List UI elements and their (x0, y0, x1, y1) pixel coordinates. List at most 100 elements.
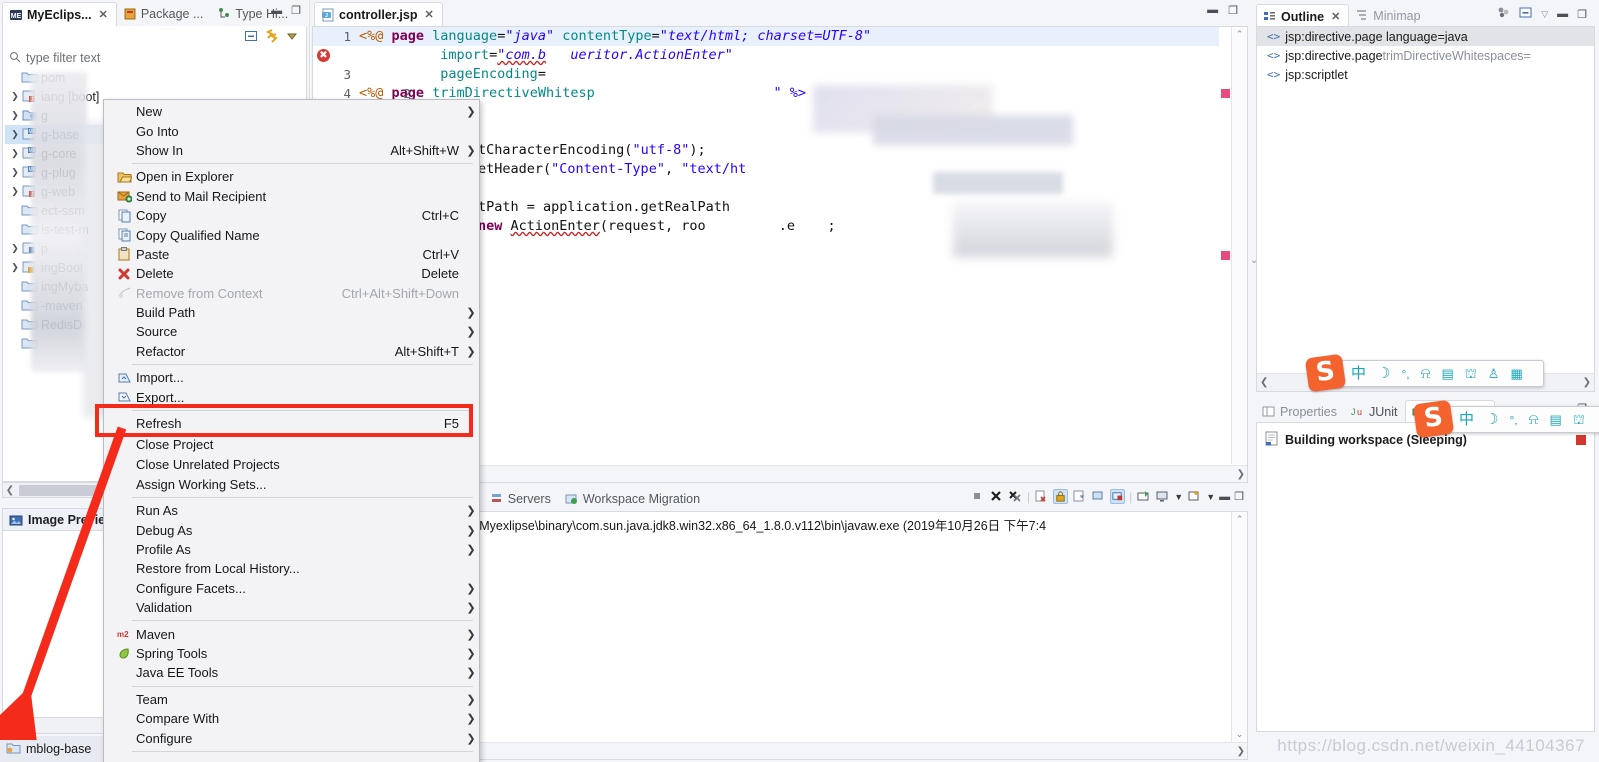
filter-row[interactable]: type filter text (3, 48, 306, 68)
ime-toolbox-icon[interactable]: ⛫ (1573, 413, 1585, 426)
scroll-right-icon[interactable]: ❯ (1237, 469, 1245, 480)
menu-item-restore-from-local-history[interactable]: Restore from Local History... (104, 559, 479, 578)
project-context-menu[interactable]: New ❯ Go Into Show In Alt+Shift+W ❯ Open in… (103, 99, 480, 762)
ime-moon-icon[interactable]: ☽ (1377, 366, 1390, 381)
scroll-left-icon[interactable]: ❮ (3, 720, 17, 731)
menu-item-export[interactable]: Export... (104, 387, 479, 406)
search-input[interactable]: type filter text (26, 51, 100, 65)
menu-item-compare-with[interactable]: Compare With ❯ (104, 709, 479, 728)
ime-skin-icon[interactable]: ♙ (1488, 367, 1500, 380)
menu-item-delete[interactable]: Delete Delete (104, 264, 479, 283)
menu-item-validation[interactable]: Validation ❯ (104, 598, 479, 617)
ime-chinese-mode-icon[interactable]: 中 (1351, 366, 1366, 381)
outline-row[interactable]: <> jsp:directive.page trimDirectiveWhite… (1257, 46, 1594, 65)
menu-item-paste[interactable]: Paste Ctrl+V (104, 245, 479, 264)
minimize-icon[interactable]: ▬ (1557, 8, 1568, 20)
menu-item-refresh[interactable]: Refresh F5 (104, 414, 479, 433)
maximize-icon[interactable]: ❐ (1228, 4, 1238, 17)
ime-toolbox-icon[interactable]: ⛫ (1465, 367, 1477, 380)
menu-item-go-into[interactable]: Go Into (104, 121, 479, 140)
minimize-icon[interactable]: ▬ (1207, 4, 1218, 17)
menu-item-close-project[interactable]: Close Project (104, 433, 479, 455)
menu-item-open-in-explorer[interactable]: Open in Explorer (104, 167, 479, 186)
menu-item-run-as[interactable]: Run As ❯ (104, 501, 479, 520)
clear-console-icon[interactable] (1034, 489, 1049, 504)
error-overview-marker[interactable] (1221, 89, 1230, 98)
ime-punctuation-icon[interactable]: °, (1401, 368, 1409, 380)
scroll-down-icon[interactable]: ⌄ (1232, 729, 1247, 740)
scroll-left-icon[interactable]: ❮ (1260, 377, 1268, 388)
ime-keyboard-icon[interactable]: ▤ (1442, 367, 1454, 380)
minimize-icon[interactable]: ▬ (1219, 491, 1230, 503)
maximize-icon[interactable]: ❐ (291, 4, 301, 17)
menu-item-import[interactable]: Import... (104, 368, 479, 387)
open-console-icon[interactable] (1136, 489, 1151, 504)
menu-item-team[interactable]: Team ❯ (104, 690, 479, 709)
sogou-ime-toolbar-bottom[interactable]: S 中 ☽ °, ⍾ ▤ ⛫ (1412, 399, 1599, 439)
error-marker-icon[interactable]: ✖ (317, 49, 330, 62)
ime-chinese-mode-icon[interactable]: 中 (1459, 412, 1474, 427)
expand-arrow-icon[interactable]: ❯ (9, 262, 21, 273)
menu-item-send-to-mail[interactable]: Send to Mail Recipient (104, 187, 479, 206)
close-icon[interactable]: ✕ (1331, 10, 1340, 23)
tab-minimap[interactable]: Minimap (1349, 4, 1428, 28)
ime-voice-input-icon[interactable]: ⍾ (1421, 366, 1431, 381)
stop-icon[interactable] (970, 489, 985, 504)
scroll-right-icon[interactable]: ❯ (1583, 377, 1591, 388)
tab-properties[interactable]: Properties (1256, 400, 1345, 424)
tree-item[interactable]: pom (5, 68, 306, 87)
remove-all-launches-icon[interactable] (1008, 489, 1023, 504)
panel-collapse-handle[interactable]: ⌄ (1250, 255, 1258, 295)
expand-arrow-icon[interactable]: ❯ (9, 110, 21, 121)
scroll-lock-icon[interactable] (1053, 489, 1069, 504)
tab-controller-jsp[interactable]: J controller.jsp ✕ (314, 2, 443, 26)
display-console-icon[interactable] (1110, 489, 1126, 504)
maximize-icon[interactable]: ❐ (1577, 8, 1587, 21)
close-icon[interactable]: ✕ (99, 8, 108, 21)
maximize-icon[interactable]: ❐ (1234, 490, 1244, 503)
scroll-up-icon[interactable]: ⌃ (1232, 27, 1247, 40)
editor-vertical-scrollbar[interactable]: ⌃ (1231, 27, 1247, 464)
menu-item-new[interactable]: New ❯ (104, 102, 479, 121)
collapse-all-icon[interactable] (244, 29, 258, 46)
expand-arrow-icon[interactable]: ❯ (9, 91, 21, 102)
ime-keyboard-icon[interactable]: ▤ (1550, 413, 1562, 426)
sort-icon[interactable] (1497, 6, 1510, 22)
tab-outline[interactable]: Outline ✕ (1256, 4, 1350, 28)
link-with-editor-icon[interactable] (265, 28, 279, 46)
tab-junit[interactable]: Ju JUnit (1345, 400, 1405, 424)
stop-button[interactable] (1576, 435, 1586, 445)
error-overview-marker[interactable] (1221, 251, 1230, 260)
menu-item-build-path[interactable]: Build Path ❯ (104, 303, 479, 322)
scroll-up-icon[interactable]: ⌃ (1232, 512, 1247, 525)
menu-item-copy-qualified-name[interactable]: Copy Qualified Name (104, 225, 479, 244)
menu-item-copy[interactable]: Copy Ctrl+C (104, 206, 479, 225)
collapse-all-icon[interactable] (1519, 6, 1532, 22)
expand-arrow-icon[interactable]: ❯ (9, 129, 21, 140)
menu-item-close-unrelated-projects[interactable]: Close Unrelated Projects (104, 455, 479, 474)
display-selected-console-icon[interactable] (1155, 489, 1170, 504)
chevron-down-icon[interactable]: ▼ (1206, 492, 1215, 502)
menu-item-source[interactable]: Source ❯ (104, 322, 479, 341)
menu-item-spring-tools[interactable]: Spring Tools ❯ (104, 644, 479, 663)
menu-item-configure-facets[interactable]: Configure Facets... ❯ (104, 579, 479, 598)
outline-row[interactable]: <> jsp:scriptlet (1257, 65, 1594, 84)
menu-item-profile-as[interactable]: Profile As ❯ (104, 540, 479, 559)
expand-arrow-icon[interactable]: ❯ (9, 243, 21, 254)
menu-item-assign-working-sets[interactable]: Assign Working Sets... (104, 475, 479, 494)
menu-item-maven[interactable]: m2 Maven ❯ (104, 624, 479, 643)
console-vertical-scrollbar[interactable]: ⌃ ⌄ (1231, 512, 1247, 742)
tab-package-explorer[interactable]: Package ... (117, 2, 212, 26)
view-menu-icon[interactable] (286, 30, 298, 45)
menu-item-properties[interactable] (104, 755, 479, 762)
tab-myeclipse-explorer[interactable]: ME MyEclips... ✕ (2, 2, 117, 26)
scroll-left-icon[interactable]: ❮ (3, 485, 17, 496)
scroll-right-icon[interactable]: ❯ (1237, 746, 1245, 757)
remove-launch-icon[interactable] (989, 489, 1004, 504)
minimize-icon[interactable]: ▬ (271, 5, 282, 17)
expand-arrow-icon[interactable]: ❯ (9, 167, 21, 178)
close-icon[interactable]: ✕ (425, 8, 434, 21)
tab-servers[interactable]: Servers (484, 487, 559, 511)
word-wrap-icon[interactable] (1072, 489, 1087, 504)
expand-arrow-icon[interactable]: ❯ (9, 148, 21, 159)
